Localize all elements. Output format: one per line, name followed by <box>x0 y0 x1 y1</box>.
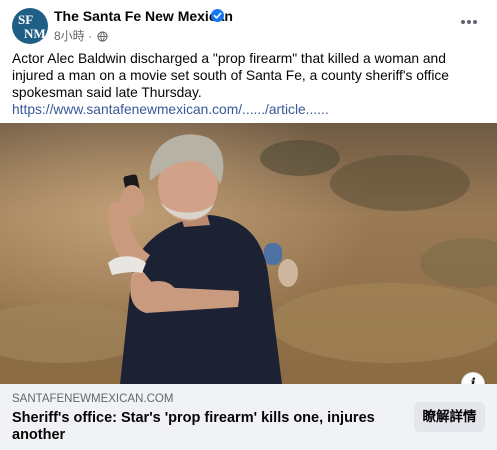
link-headline[interactable]: Sheriff's office: Star's 'prop firearm' … <box>12 410 392 444</box>
globe-icon <box>97 31 109 42</box>
caption-text: Actor Alec Baldwin discharged a "prop fi… <box>12 51 449 100</box>
meta-separator: · <box>88 29 93 43</box>
post-caption: Actor Alec Baldwin discharged a "prop fi… <box>12 50 487 118</box>
post-timestamp[interactable]: 8小時 <box>54 29 85 43</box>
facebook-post: SF NM The Santa Fe New Mexican 8小時 · Act… <box>0 0 497 450</box>
news-photo[interactable] <box>0 123 497 384</box>
link-preview-footer[interactable]: SANTAFENEWMEXICAN.COM Sheriff's office: … <box>0 384 497 450</box>
page-name-link[interactable]: The Santa Fe New Mexican <box>54 8 233 24</box>
learn-more-button[interactable]: 瞭解詳情 <box>414 402 485 432</box>
photo-illustration <box>0 123 497 384</box>
link-domain: SANTAFENEWMEXICAN.COM <box>12 393 174 405</box>
avatar-monogram-bottom: NM <box>24 26 46 41</box>
more-options-icon[interactable] <box>456 12 482 32</box>
caption-link[interactable]: https://www.santafenewmexican.com/......… <box>12 101 487 118</box>
verified-badge-icon <box>211 9 224 22</box>
avatar-monogram: SF NM <box>12 8 48 44</box>
post-header: SF NM The Santa Fe New Mexican 8小時 · <box>0 0 497 46</box>
avatar-monogram-top: SF <box>18 12 34 27</box>
post-meta: 8小時 · <box>54 27 109 44</box>
page-avatar[interactable]: SF NM <box>12 8 48 44</box>
